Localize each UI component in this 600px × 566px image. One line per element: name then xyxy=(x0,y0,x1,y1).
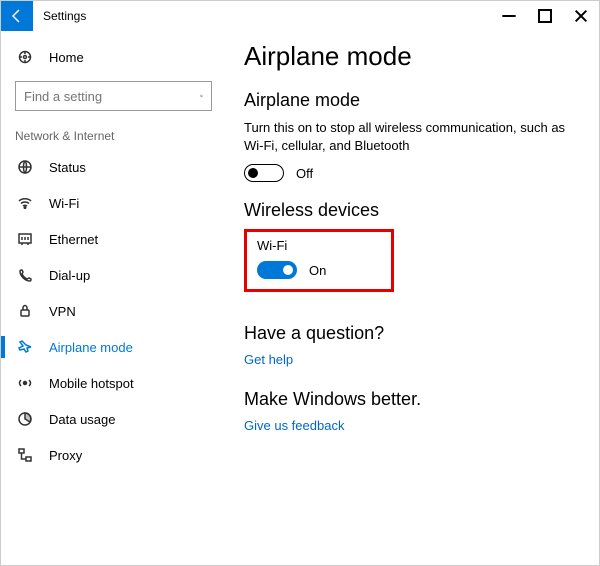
proxy-icon xyxy=(15,447,35,463)
search-box[interactable] xyxy=(15,81,212,111)
sidebar-item-label: Mobile hotspot xyxy=(49,376,134,391)
question-title: Have a question? xyxy=(244,323,579,344)
home-icon xyxy=(15,49,35,65)
wifi-label: Wi-Fi xyxy=(257,238,381,253)
airplane-icon xyxy=(15,339,35,355)
dialup-icon xyxy=(15,267,35,283)
sidebar-item-wifi[interactable]: Wi-Fi xyxy=(1,185,226,221)
sidebar-item-airplane[interactable]: Airplane mode xyxy=(1,329,226,365)
sidebar-item-status[interactable]: Status xyxy=(1,149,226,185)
get-help-link[interactable]: Get help xyxy=(244,352,579,367)
section-airplane-title: Airplane mode xyxy=(244,90,579,111)
content-area: Airplane mode Airplane mode Turn this on… xyxy=(226,31,599,565)
sidebar-item-label: Ethernet xyxy=(49,232,98,247)
highlight-box: Wi-Fi On xyxy=(244,229,394,292)
feedback-link[interactable]: Give us feedback xyxy=(244,418,579,433)
vpn-icon xyxy=(15,303,35,319)
sidebar-item-label: Airplane mode xyxy=(49,340,133,355)
sidebar-item-hotspot[interactable]: Mobile hotspot xyxy=(1,365,226,401)
close-icon xyxy=(573,8,589,24)
feedback-title: Make Windows better. xyxy=(244,389,579,410)
sidebar-item-ethernet[interactable]: Ethernet xyxy=(1,221,226,257)
sidebar-home-label: Home xyxy=(49,50,84,65)
wifi-toggle[interactable] xyxy=(257,261,297,279)
sidebar-item-dialup[interactable]: Dial-up xyxy=(1,257,226,293)
sidebar-item-label: Dial-up xyxy=(49,268,90,283)
arrow-left-icon xyxy=(9,8,25,24)
sidebar-home[interactable]: Home xyxy=(1,39,226,75)
sidebar: Home Network & Internet Status Wi-Fi Eth… xyxy=(1,31,226,565)
section-wireless-title: Wireless devices xyxy=(244,200,579,221)
minimize-button[interactable] xyxy=(491,1,527,31)
search-input[interactable] xyxy=(24,89,200,104)
ethernet-icon xyxy=(15,231,35,247)
section-airplane-desc: Turn this on to stop all wireless commun… xyxy=(244,119,579,154)
wifi-toggle-label: On xyxy=(309,263,326,278)
sidebar-item-label: VPN xyxy=(49,304,76,319)
wifi-icon xyxy=(15,195,35,211)
sidebar-item-proxy[interactable]: Proxy xyxy=(1,437,226,473)
sidebar-item-label: Wi-Fi xyxy=(49,196,79,211)
maximize-icon xyxy=(537,8,553,24)
sidebar-section-label: Network & Internet xyxy=(1,125,226,149)
sidebar-item-label: Data usage xyxy=(49,412,116,427)
minimize-icon xyxy=(501,8,517,24)
window-title: Settings xyxy=(43,9,86,23)
maximize-button[interactable] xyxy=(527,1,563,31)
search-icon xyxy=(200,88,203,104)
close-button[interactable] xyxy=(563,1,599,31)
page-title: Airplane mode xyxy=(244,41,579,72)
airplane-toggle[interactable] xyxy=(244,164,284,182)
back-button[interactable] xyxy=(1,1,33,31)
hotspot-icon xyxy=(15,375,35,391)
datausage-icon xyxy=(15,411,35,427)
status-icon xyxy=(15,159,35,175)
sidebar-item-label: Status xyxy=(49,160,86,175)
sidebar-item-vpn[interactable]: VPN xyxy=(1,293,226,329)
airplane-toggle-label: Off xyxy=(296,166,313,181)
sidebar-item-datausage[interactable]: Data usage xyxy=(1,401,226,437)
sidebar-item-label: Proxy xyxy=(49,448,82,463)
